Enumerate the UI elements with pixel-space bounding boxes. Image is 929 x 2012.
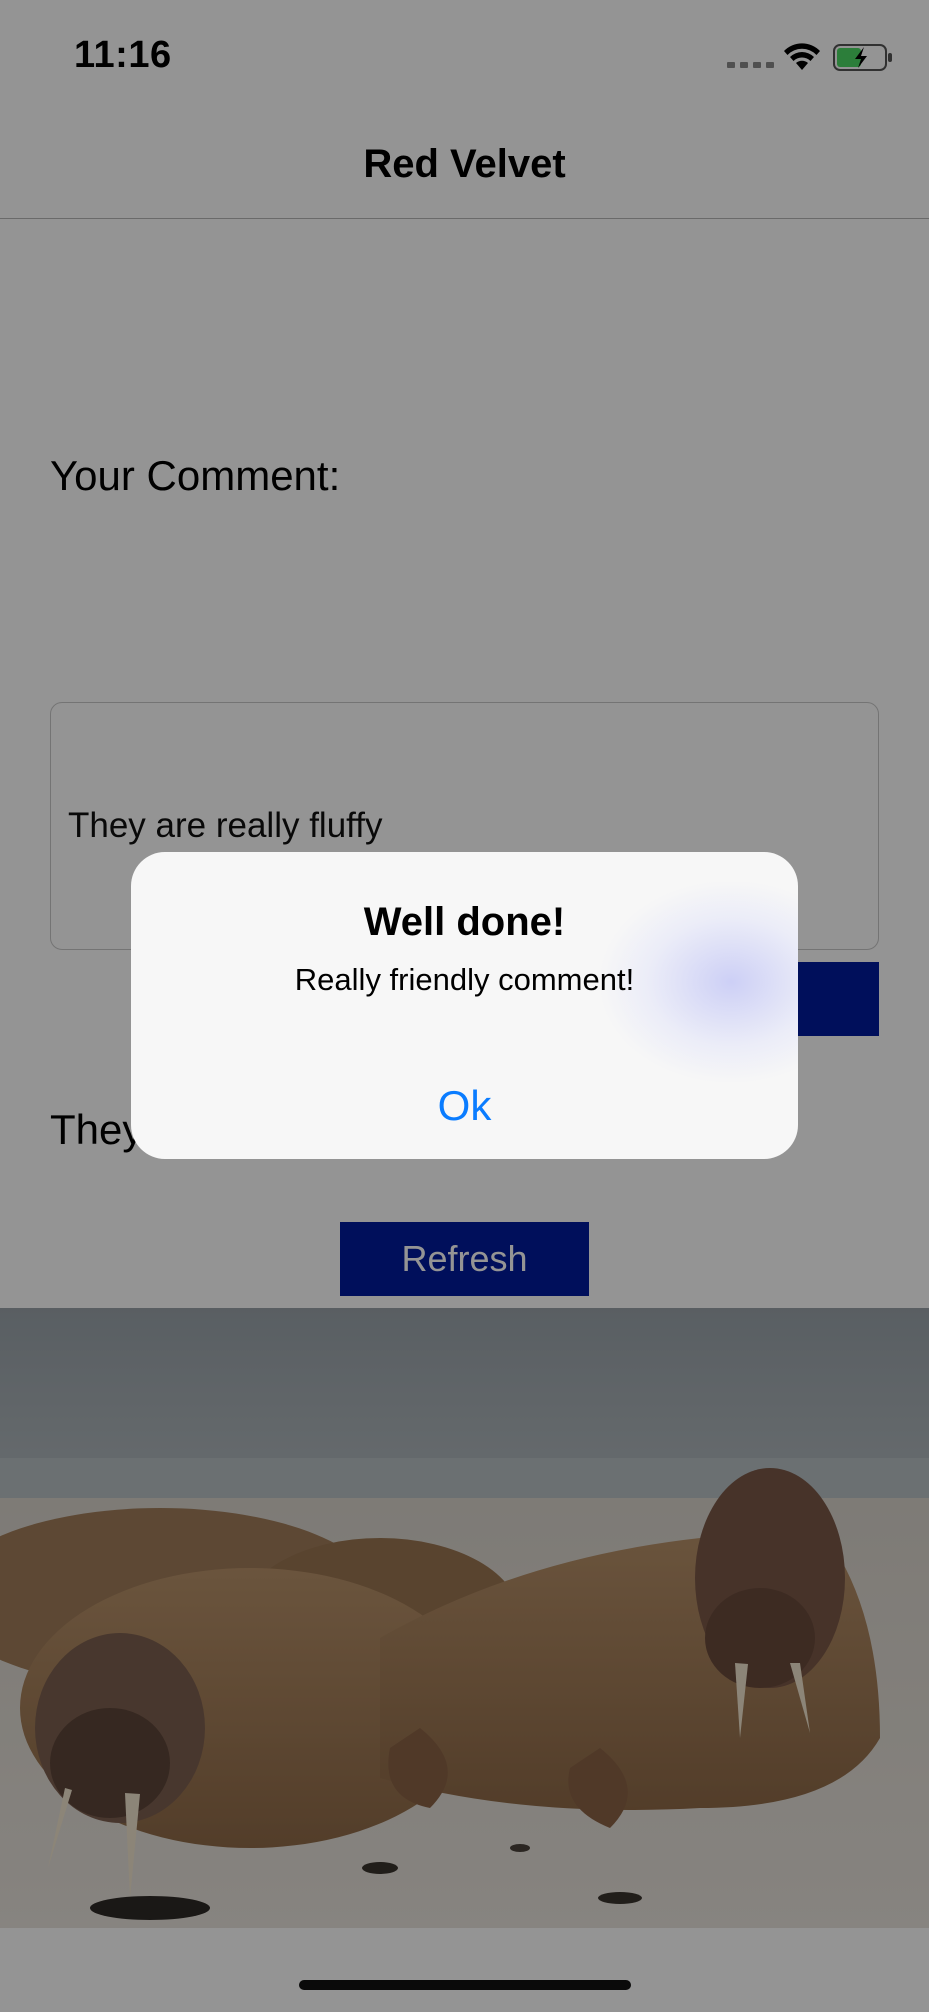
app-screen: 11:16 Red Velvet Your Comment: They are … xyxy=(0,0,929,2012)
home-indicator[interactable] xyxy=(299,1980,631,1990)
ok-button[interactable]: Ok xyxy=(131,1082,798,1159)
alert-dialog: Well done! Really friendly comment! Ok xyxy=(131,852,798,1159)
alert-message: Really friendly comment! xyxy=(294,962,635,997)
alert-title: Well done! xyxy=(363,900,566,944)
